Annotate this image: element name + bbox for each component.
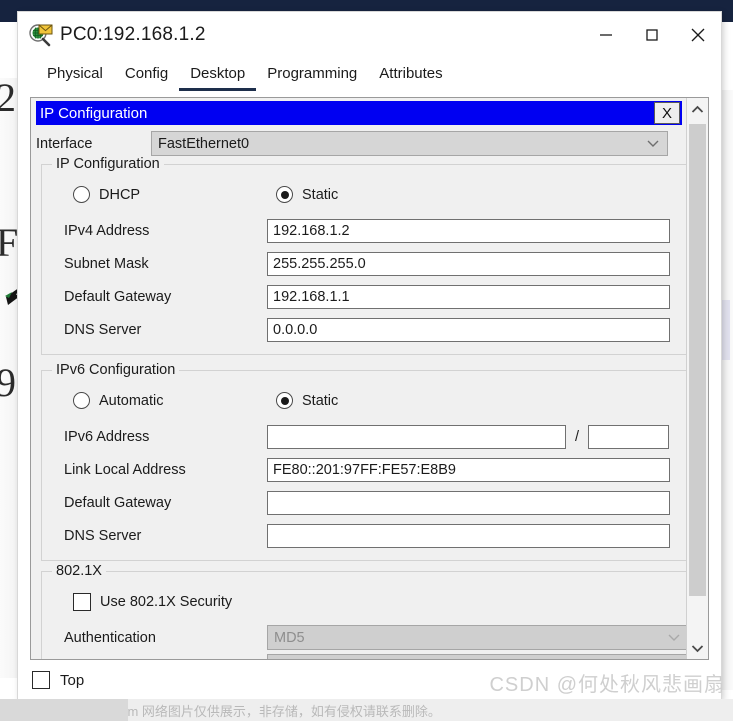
toymoban-highlight [0,699,128,721]
chevron-down-icon [647,140,659,147]
tab-attributes[interactable]: Attributes [368,65,453,91]
scroll-down-button[interactable] [687,637,708,659]
ipv6-default-gateway-row: Default Gateway [64,491,686,515]
ipv6-automatic-label: Automatic [99,392,164,409]
background-fragment-2: F [0,220,19,265]
maximize-button[interactable] [629,12,675,58]
ipv6-default-gateway-label: Default Gateway [64,495,172,511]
chevron-down-icon [668,634,680,641]
ipv6-group-title: IPv6 Configuration [52,362,180,378]
tab-config[interactable]: Config [114,65,179,91]
dot1x-extra-field[interactable] [267,654,686,659]
ipv6-static-option[interactable]: Static [276,392,338,409]
chevron-down-icon [691,644,704,652]
ipv4-dns-server-label: DNS Server [64,322,142,338]
subnet-mask-label: Subnet Mask [64,256,149,272]
interface-select-value: FastEthernet0 [158,135,250,152]
ipv4-default-gateway-input[interactable]: 192.168.1.1 [267,285,670,309]
ipv4-group-title: IP Configuration [52,156,164,172]
scrollbar-thumb[interactable] [689,124,706,596]
csdn-watermark: CSDN @何处秋风悲画扇 [489,674,725,696]
background-fragment-1: 2 [0,78,16,120]
scroll-up-button[interactable] [687,98,708,120]
ipv4-default-gateway-label: Default Gateway [64,289,172,305]
ipv6-automatic-option[interactable]: Automatic [73,392,163,409]
ipv4-address-input[interactable]: 192.168.1.2 [267,219,670,243]
window-controls [583,12,721,58]
ipv6-static-radio[interactable] [276,392,293,409]
window-title: PC0:192.168.1.2 [60,24,206,45]
dot1x-group-title: 802.1X [52,563,106,579]
ipv4-static-radio[interactable] [276,186,293,203]
close-button[interactable] [675,12,721,58]
ipv6-dns-server-label: DNS Server [64,528,142,544]
packet-tracer-magnifier-icon [28,22,54,48]
minimize-button[interactable] [583,12,629,58]
device-tabs: Physical Config Desktop Programming Attr… [18,58,721,91]
subnet-mask-row: Subnet Mask 255.255.255.0 [64,252,686,276]
ipv4-static-option[interactable]: Static [276,186,338,203]
ipv6-prefix-input[interactable] [588,425,669,449]
toymoban-disclaimer-bar: www.toymoban.com 网络图片仅供展示，非存储，如有侵权请联系删除。 [0,699,733,721]
tab-programming[interactable]: Programming [256,65,368,91]
ipv6-default-gateway-input[interactable] [267,491,670,515]
use-dot1x-security-checkbox[interactable] [73,593,91,611]
ipv6-dns-server-row: DNS Server [64,524,686,548]
background-fragment-3: 9 [0,360,16,405]
ipv4-dns-server-input[interactable]: 0.0.0.0 [267,318,670,342]
ip-configuration-app: IP Configuration X Interface FastEtherne… [31,98,686,659]
top-checkbox[interactable] [32,671,50,689]
ip-configuration-caption-bar: IP Configuration X [36,101,682,125]
ipv4-dhcp-label: DHCP [99,186,141,203]
ipv4-address-label: IPv4 Address [64,223,150,239]
link-local-address-input[interactable]: FE80::201:97FF:FE57:E8B9 [267,458,670,482]
authentication-row: Authentication MD5 [64,625,686,650]
ipv6-address-row: IPv6 Address / [64,425,686,449]
subnet-mask-input[interactable]: 255.255.255.0 [267,252,670,276]
authentication-label: Authentication [64,629,156,646]
ipv6-prefix-separator: / [574,429,580,445]
scrollbar-track[interactable] [687,120,708,637]
maximize-icon [646,29,658,41]
close-icon [691,28,705,42]
ipv4-static-label: Static [302,186,339,203]
ipv4-dns-server-row: DNS Server 0.0.0.0 [64,318,686,342]
tab-physical[interactable]: Physical [36,65,114,91]
use-dot1x-security-label: Use 802.1X Security [100,594,233,610]
authentication-select-value: MD5 [274,629,305,646]
ipv4-default-gateway-row: Default Gateway 192.168.1.1 [64,285,686,309]
authentication-select[interactable]: MD5 [267,625,686,650]
ipv6-address-label: IPv6 Address [64,429,150,445]
window-titlebar: PC0:192.168.1.2 [18,12,721,58]
ip-configuration-close-button[interactable]: X [654,102,680,124]
top-checkbox-label: Top [60,671,85,689]
ipv6-dns-server-input[interactable] [267,524,670,548]
interface-row: Interface FastEthernet0 [36,131,686,156]
use-dot1x-security-option[interactable]: Use 802.1X Security [73,593,232,611]
interface-label: Interface [36,135,93,152]
ip-configuration-caption-title: IP Configuration [40,104,148,122]
pc-device-window: PC0:192.168.1.2 Physical Config Desktop … [18,12,721,700]
link-local-address-row: Link Local Address FE80::201:97FF:FE57:E… [64,458,686,482]
ipv4-dhcp-radio[interactable] [73,186,90,203]
ipv4-address-row: IPv4 Address 192.168.1.2 [64,219,686,243]
ipv4-dhcp-option[interactable]: DHCP [73,186,140,203]
chevron-up-icon [691,105,704,113]
dot1x-extra-field-row [267,654,686,659]
link-local-address-label: Link Local Address [64,462,186,478]
ipv6-static-label: Static [302,392,339,409]
tab-desktop[interactable]: Desktop [179,65,257,91]
pane-scrollbar[interactable] [686,98,708,659]
interface-select[interactable]: FastEthernet0 [151,131,668,156]
minimize-icon [600,34,612,36]
ipv6-automatic-radio[interactable] [73,392,90,409]
desktop-app-pane: IP Configuration X Interface FastEtherne… [30,97,709,660]
ipv6-address-input[interactable] [267,425,566,449]
